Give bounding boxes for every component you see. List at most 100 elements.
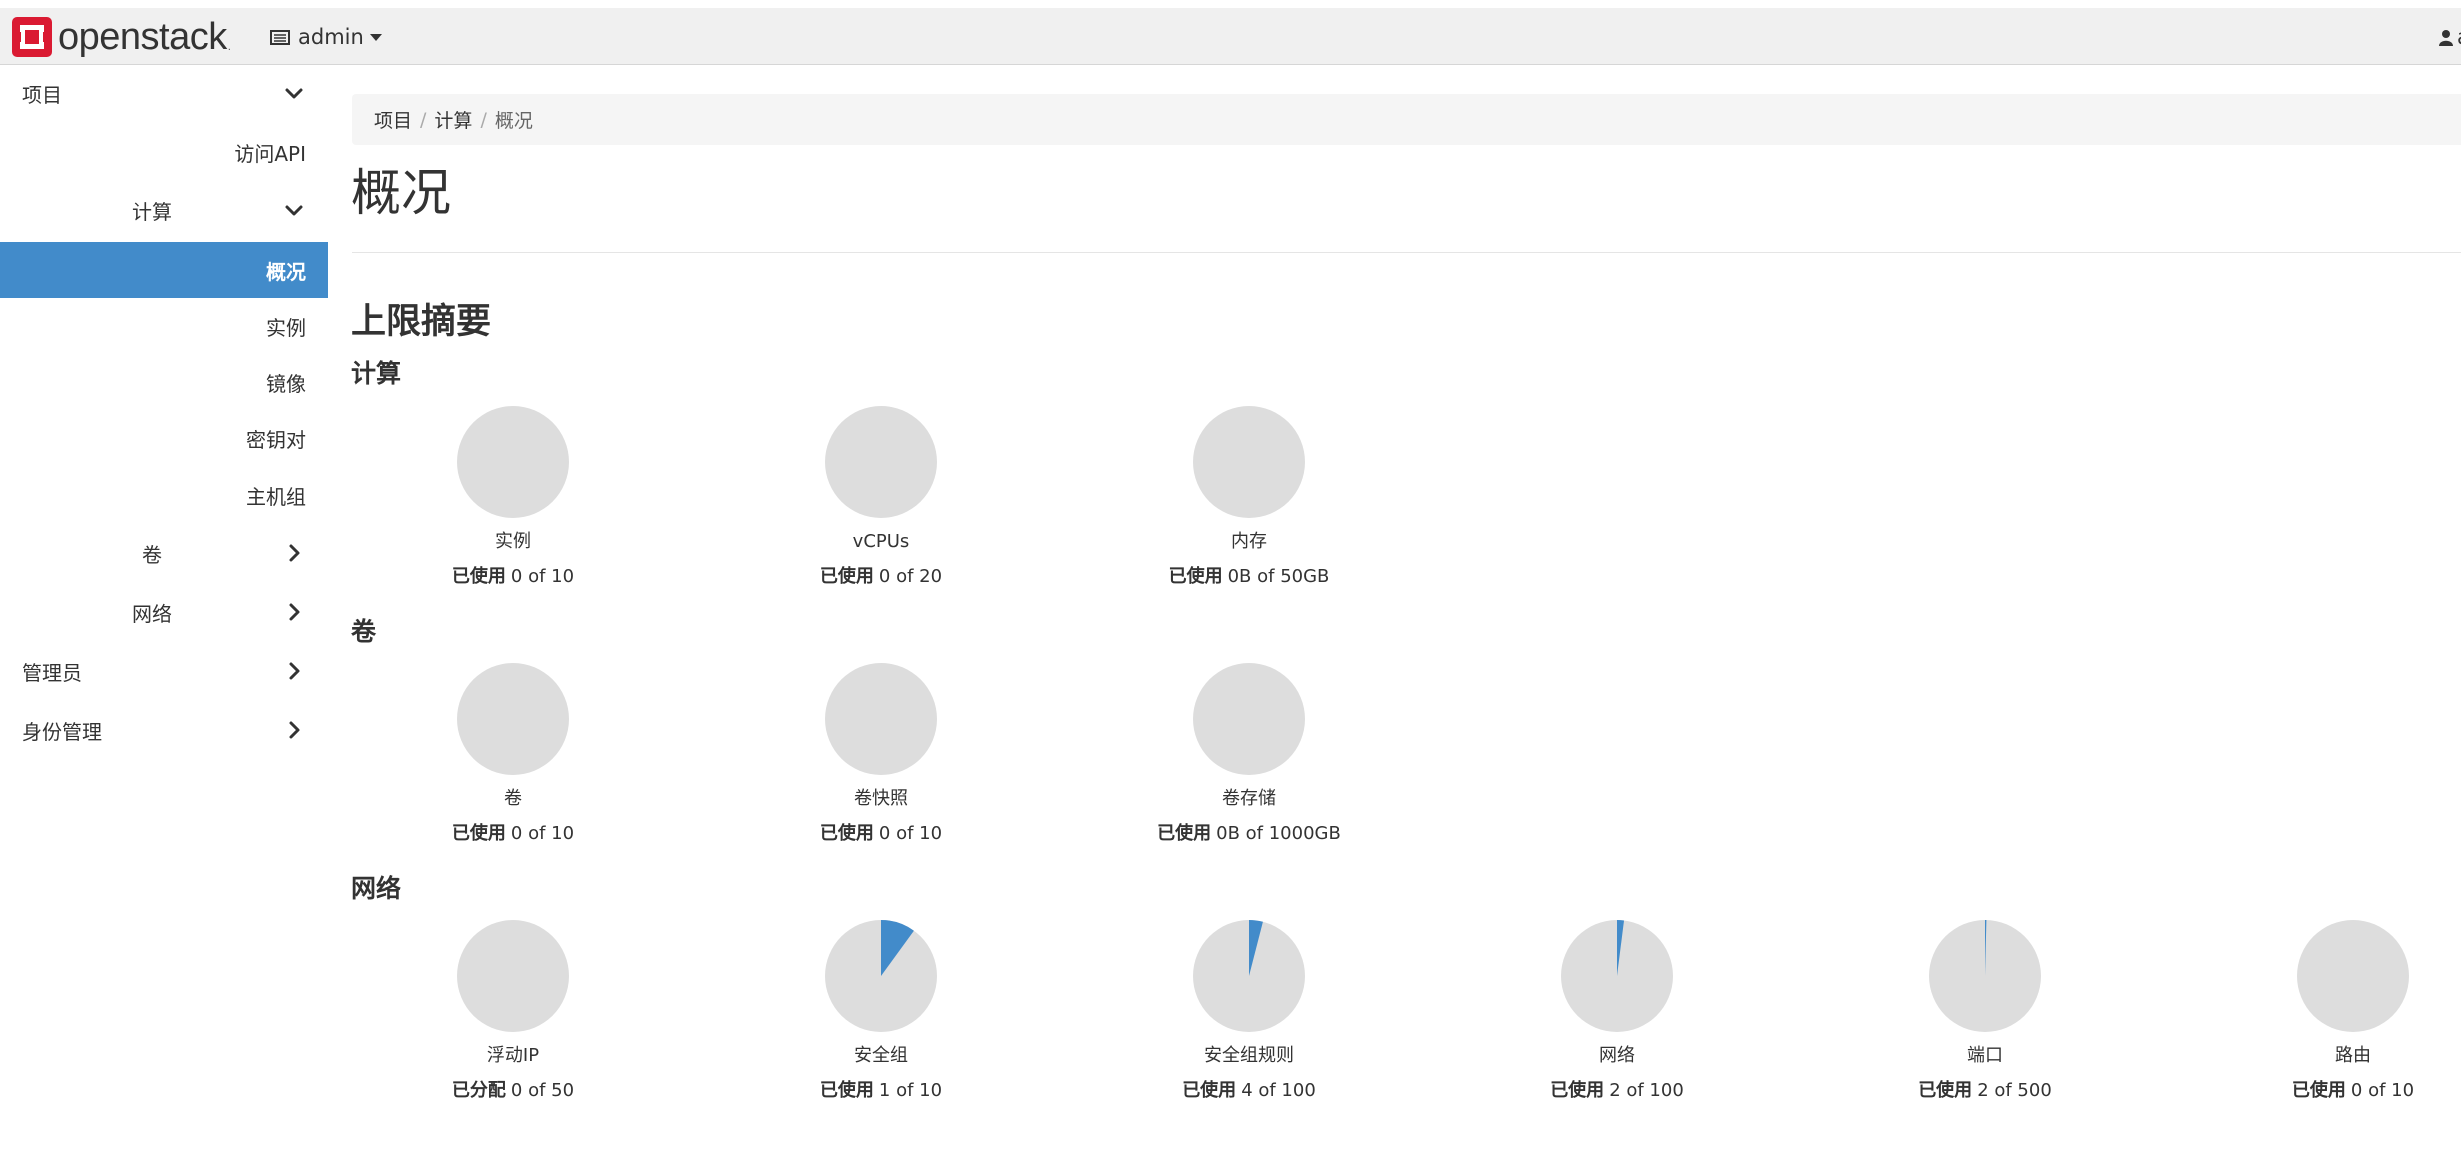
sidebar-item-label: 身份管理 — [22, 719, 102, 744]
quota-pie-background — [1193, 406, 1305, 518]
quota-pie-background — [2297, 920, 2409, 1032]
quota-usage-value: 0 of 10 — [2350, 1080, 2415, 1101]
quota-group-heading: 计算 — [351, 359, 402, 388]
sidebar-item-11[interactable]: 身份管理 — [0, 702, 328, 758]
brand-trademark: . — [227, 42, 231, 53]
quota-usage-value: 2 of 100 — [1609, 1080, 1684, 1101]
project-list-icon — [270, 29, 290, 45]
chevron-right-icon — [289, 544, 300, 562]
quota-usage-value: 0B of 1000GB — [1216, 823, 1341, 844]
quota-pie-chart — [2297, 920, 2409, 1032]
quota-item: 浮动IP 已分配 0 of 50 — [363, 920, 663, 1103]
quota-usage: 已使用 0 of 10 — [731, 822, 1031, 846]
project-switcher[interactable]: admin — [270, 22, 382, 52]
quota-pie-chart — [1561, 920, 1673, 1032]
quota-label: 网络 — [1599, 1045, 1635, 1066]
quota-usage-value: 0B of 50GB — [1227, 566, 1330, 587]
quota-item: 安全组规则已使用 4 of 100 — [1099, 920, 1399, 1103]
sidebar-nav: 项目访问API 计算概况 实例 镜像 密钥对主机组卷网络管理员身份管理 — [0, 65, 328, 1157]
breadcrumb-item-compute[interactable]: 计算 — [434, 106, 472, 133]
sidebar-item-9[interactable]: 网络 — [0, 584, 328, 640]
user-name: ad — [2457, 25, 2461, 49]
quota-label: 安全组规则 — [1204, 1045, 1294, 1066]
quota-usage-value: 2 of 500 — [1977, 1080, 2052, 1101]
quota-pie-chart — [825, 663, 937, 775]
quota-pie-chart — [1193, 920, 1305, 1032]
sidebar-item-6[interactable]: 密钥对 — [0, 410, 328, 466]
quota-usage: 已使用 0B of 50GB — [1099, 565, 1399, 589]
quota-usage-value: 4 of 100 — [1241, 1080, 1316, 1101]
quota-usage-label: 已使用 — [819, 823, 874, 844]
chevron-down-icon — [285, 205, 303, 216]
quota-item: 卷快照 已使用 0 of 10 — [731, 663, 1031, 846]
quota-usage-label: 已使用 — [451, 823, 506, 844]
quota-pie-chart — [1929, 920, 2041, 1032]
chevron-right-icon — [289, 662, 300, 680]
quota-pie-background — [457, 663, 569, 775]
quota-usage-label: 已使用 — [1182, 1080, 1237, 1101]
quota-pie-chart — [457, 663, 569, 775]
quota-usage-value: 0 of 20 — [878, 566, 943, 587]
breadcrumb-separator: / — [480, 108, 487, 131]
quota-usage-value: 1 of 10 — [878, 1080, 943, 1101]
quota-usage-label: 已使用 — [451, 566, 506, 587]
quota-usage: 已使用 0 of 10 — [363, 822, 663, 846]
quota-item: 路由已使用 0 of 10 — [2203, 920, 2461, 1103]
quota-pie-chart — [1193, 406, 1305, 518]
limit-summary-heading: 上限摘要 — [351, 302, 492, 342]
sidebar-item-10[interactable]: 管理员 — [0, 643, 328, 699]
sidebar-item-label: 网络 — [132, 601, 172, 626]
quota-usage: 已使用 2 of 500 — [1835, 1079, 2135, 1103]
sidebar-item-7[interactable]: 主机组 — [0, 467, 328, 523]
quota-pie-background — [457, 406, 569, 518]
chevron-right-icon — [289, 603, 300, 621]
quota-label: 安全组 — [854, 1045, 908, 1066]
quota-group-heading: 网络 — [351, 874, 402, 903]
quota-usage-value: 0 of 10 — [510, 823, 575, 844]
breadcrumb-item-project[interactable]: 项目 — [374, 106, 412, 133]
quota-usage: 已使用 4 of 100 — [1099, 1079, 1399, 1103]
quota-usage: 已使用 2 of 100 — [1467, 1079, 1767, 1103]
sidebar-item-label: 计算 — [132, 199, 172, 224]
quota-usage-label: 已使用 — [1918, 1080, 1973, 1101]
quota-usage-value: 0 of 50 — [510, 1080, 575, 1101]
sidebar-item-label: 访问API — [234, 141, 306, 166]
sidebar-item-4[interactable]: 实例 — [0, 298, 328, 354]
breadcrumb: 项目 / 计算 / 概况 — [352, 94, 2461, 145]
quota-usage-label: 已使用 — [1157, 823, 1212, 844]
brand-name: openstack — [58, 16, 227, 58]
quota-usage-label: 已分配 — [451, 1080, 506, 1101]
quota-pie-chart — [1193, 663, 1305, 775]
quota-pie-chart — [825, 920, 937, 1032]
quota-usage: 已使用 0 of 10 — [363, 565, 663, 589]
quota-usage: 已使用 0B of 1000GB — [1099, 822, 1399, 846]
quota-usage: 已使用 1 of 10 — [731, 1079, 1031, 1103]
sidebar-item-0[interactable]: 项目 — [0, 65, 328, 121]
sidebar-item-1[interactable]: 访问API — [0, 124, 328, 180]
quota-usage: 已分配 0 of 50 — [363, 1079, 663, 1103]
quota-label: vCPUs — [852, 531, 910, 552]
quota-label: 卷存储 — [1222, 788, 1276, 809]
chevron-down-icon — [285, 88, 303, 99]
quota-usage-label: 已使用 — [1550, 1080, 1605, 1101]
quota-pie-background — [1193, 663, 1305, 775]
top-navbar: openstack . admin ad — [0, 8, 2461, 65]
project-name: admin — [298, 25, 364, 49]
quota-item: 安全组已使用 1 of 10 — [731, 920, 1031, 1103]
sidebar-item-label: 主机组 — [246, 484, 306, 509]
brand-logo-link[interactable]: openstack . — [12, 17, 231, 57]
quota-usage-label: 已使用 — [819, 566, 874, 587]
sidebar-item-2[interactable]: 计算 — [0, 182, 328, 238]
quota-usage-value: 0 of 10 — [510, 566, 575, 587]
quota-usage: 已使用 0 of 10 — [2203, 1079, 2461, 1103]
sidebar-item-label: 管理员 — [22, 660, 82, 685]
quota-label: 端口 — [1967, 1045, 2003, 1066]
sidebar-item-5[interactable]: 镜像 — [0, 354, 328, 410]
quota-item: 端口已使用 2 of 500 — [1835, 920, 2135, 1103]
page-title: 概况 — [351, 164, 451, 222]
quota-label: 路由 — [2335, 1045, 2371, 1066]
sidebar-item-3[interactable]: 概况 — [0, 242, 328, 298]
quota-usage-value: 0 of 10 — [878, 823, 943, 844]
sidebar-item-8[interactable]: 卷 — [0, 525, 328, 581]
user-menu[interactable]: ad — [2439, 22, 2461, 52]
